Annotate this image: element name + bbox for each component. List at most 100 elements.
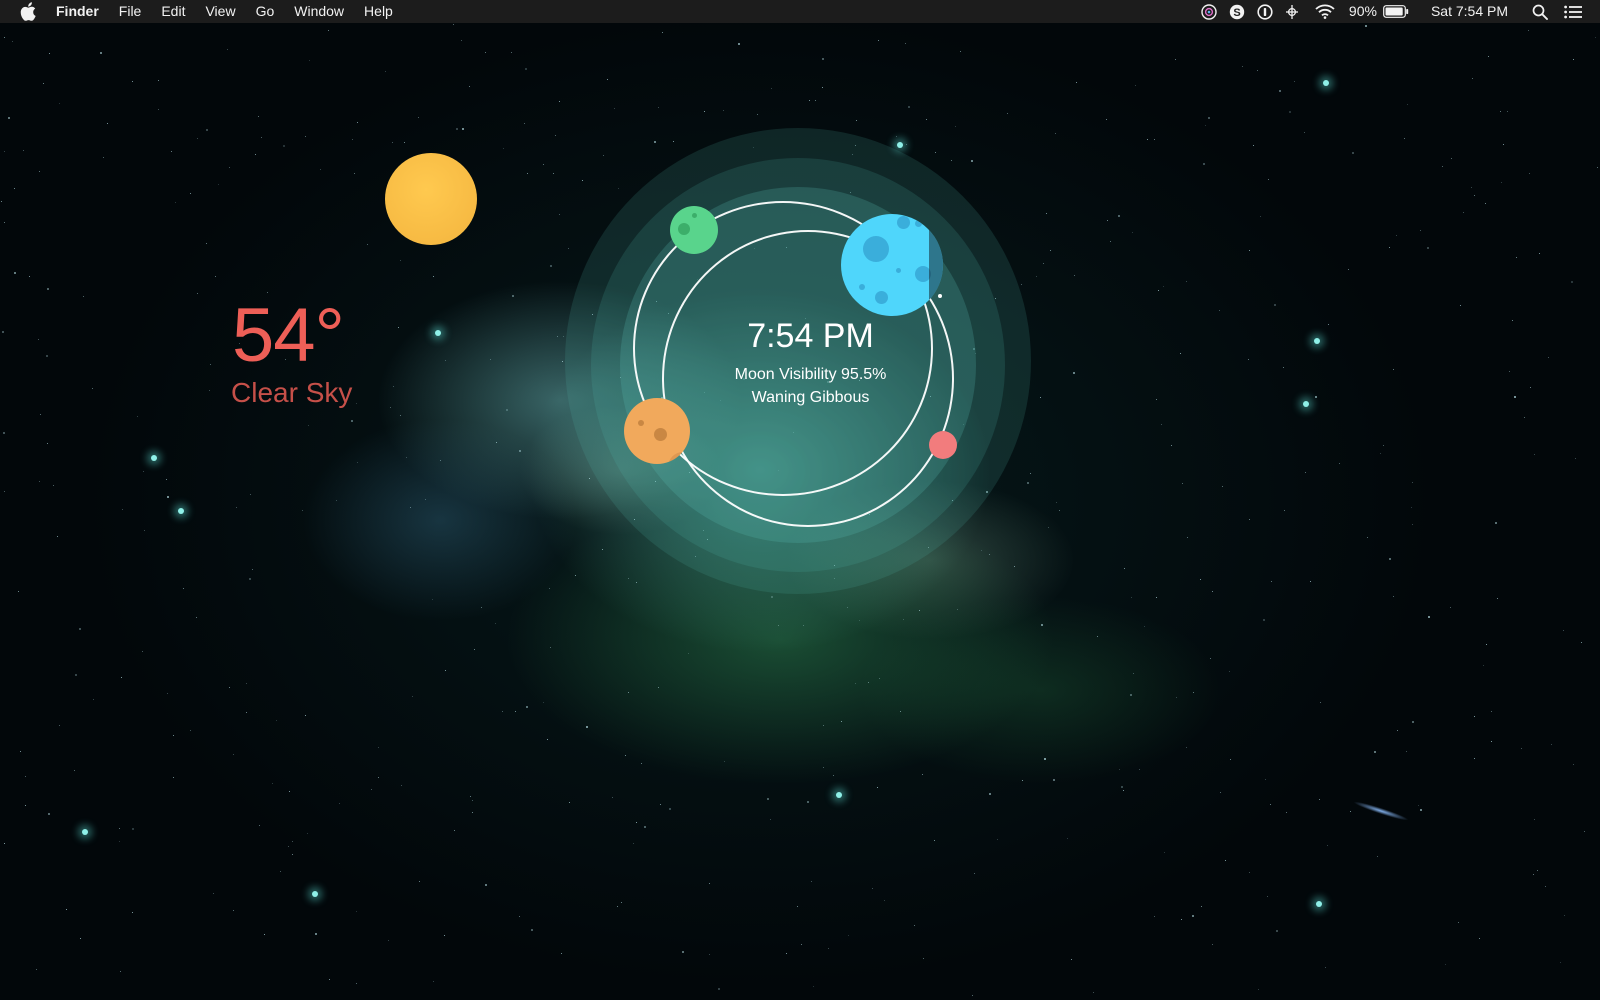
star xyxy=(1139,769,1140,770)
star xyxy=(252,569,253,570)
star xyxy=(559,214,560,215)
temperature-reading: 54° xyxy=(232,293,345,378)
star xyxy=(1041,624,1043,626)
star xyxy=(307,833,308,834)
star xyxy=(1187,537,1188,538)
star xyxy=(878,40,879,41)
menu-file[interactable]: File xyxy=(119,0,142,23)
star xyxy=(292,854,293,855)
star xyxy=(801,944,802,945)
skype-icon[interactable]: S xyxy=(1229,0,1245,23)
star xyxy=(1158,290,1159,291)
star xyxy=(919,610,920,611)
star xyxy=(1048,527,1049,528)
star xyxy=(481,607,482,608)
star xyxy=(833,775,834,776)
star xyxy=(633,843,634,844)
bright-star xyxy=(82,829,88,835)
star xyxy=(1212,944,1213,945)
star xyxy=(1242,66,1243,67)
star xyxy=(1147,139,1148,140)
star xyxy=(1265,779,1266,780)
star xyxy=(1463,212,1464,213)
star xyxy=(173,735,174,736)
bright-star xyxy=(151,455,157,461)
star xyxy=(378,747,379,748)
menu-bar-clock[interactable]: Sat 7:54 PM xyxy=(1431,0,1508,23)
star xyxy=(1315,396,1317,398)
star xyxy=(46,355,48,357)
star xyxy=(503,148,504,149)
battery-percentage[interactable]: 90% xyxy=(1349,0,1377,23)
star xyxy=(171,151,172,152)
star xyxy=(974,873,975,874)
star xyxy=(1412,721,1414,723)
battery-icon[interactable] xyxy=(1383,0,1409,23)
star xyxy=(1040,397,1041,398)
star xyxy=(292,841,293,842)
star xyxy=(336,500,337,501)
star xyxy=(955,126,956,127)
star xyxy=(213,893,214,894)
menu-bar-left: Finder File Edit View Go Window Help xyxy=(0,0,413,23)
star xyxy=(276,720,277,721)
star xyxy=(1182,483,1183,484)
star xyxy=(4,843,5,844)
star xyxy=(445,670,446,671)
star xyxy=(1222,486,1223,487)
star xyxy=(811,881,812,882)
wifi-icon[interactable] xyxy=(1315,0,1335,23)
star xyxy=(143,471,144,472)
star xyxy=(1205,125,1206,126)
menu-go[interactable]: Go xyxy=(256,0,275,23)
airserver-icon[interactable] xyxy=(1285,0,1299,23)
star xyxy=(433,981,434,982)
star xyxy=(557,336,558,337)
search-icon[interactable] xyxy=(1532,0,1548,23)
star xyxy=(1304,132,1305,133)
star xyxy=(669,808,671,810)
star xyxy=(515,711,516,712)
star xyxy=(432,599,433,600)
star xyxy=(1509,371,1510,372)
star xyxy=(43,83,44,84)
apple-logo-icon[interactable] xyxy=(20,2,38,22)
menu-view[interactable]: View xyxy=(205,0,235,23)
star xyxy=(1412,482,1413,483)
star xyxy=(264,934,265,935)
notification-center-icon[interactable] xyxy=(1564,0,1582,23)
menu-window[interactable]: Window xyxy=(294,0,344,23)
menu-help[interactable]: Help xyxy=(364,0,393,23)
star xyxy=(1156,399,1157,400)
star xyxy=(778,625,779,626)
star xyxy=(3,432,5,434)
star xyxy=(1485,203,1486,204)
star xyxy=(1097,636,1098,637)
star xyxy=(183,588,184,589)
star xyxy=(569,802,570,803)
star xyxy=(1074,275,1075,276)
onepassword-icon[interactable] xyxy=(1257,0,1273,23)
star xyxy=(356,911,357,912)
star xyxy=(1271,581,1272,582)
menu-edit[interactable]: Edit xyxy=(161,0,185,23)
star xyxy=(1044,758,1046,760)
star xyxy=(1537,870,1538,871)
star xyxy=(1406,751,1407,752)
star xyxy=(12,41,13,42)
star xyxy=(553,173,554,174)
star xyxy=(1383,445,1384,446)
star xyxy=(419,881,420,882)
star xyxy=(960,51,961,52)
star xyxy=(1534,454,1535,455)
star xyxy=(644,826,646,828)
bright-star xyxy=(435,330,441,336)
star xyxy=(1450,607,1451,608)
star xyxy=(1374,751,1376,753)
menu-app-finder[interactable]: Finder xyxy=(56,0,99,23)
star xyxy=(255,154,256,155)
star xyxy=(1327,845,1328,846)
star xyxy=(1597,167,1598,168)
siri-icon[interactable] xyxy=(1201,0,1217,23)
star xyxy=(856,120,857,121)
